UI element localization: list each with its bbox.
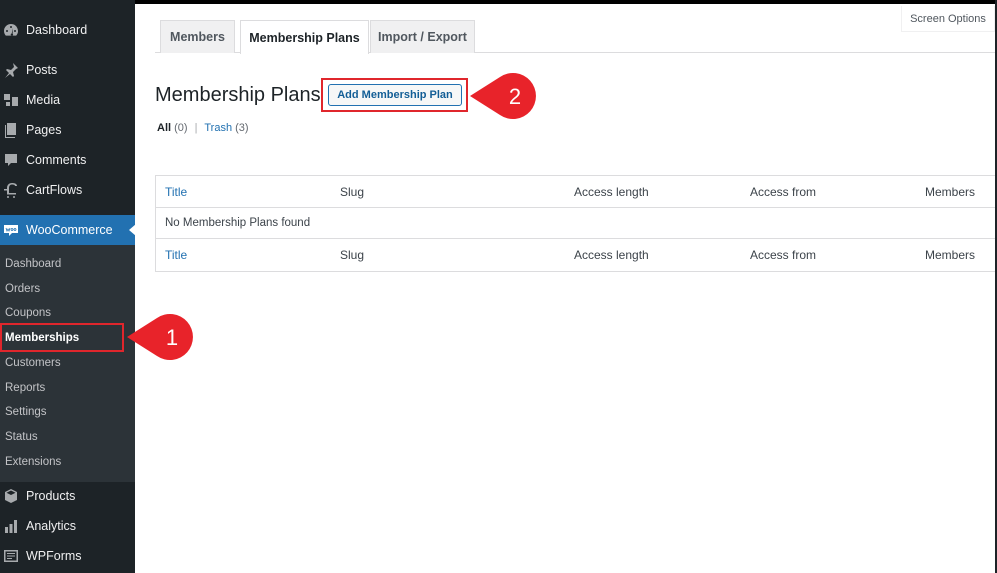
filter-separator: | — [194, 122, 198, 134]
callout-1: 1 — [125, 313, 205, 361]
comment-icon — [3, 152, 19, 168]
sidebar-item-label: Media — [26, 93, 61, 107]
sidebar-item-label: Dashboard — [26, 23, 88, 37]
sidebar-item-label: Posts — [26, 63, 58, 77]
sidebar-item-label: CartFlows — [26, 183, 83, 197]
column-header-slug: Slug — [340, 184, 365, 199]
callout-1-badge — [127, 314, 193, 360]
sidebar-item-woocommerce[interactable]: WooCommerce — [0, 215, 136, 245]
table-header-row: Title Slug Access length Access from Mem… — [156, 176, 997, 208]
table-footer-row: Title Slug Access length Access from Mem… — [156, 239, 997, 271]
sidebar-item-label: Pages — [26, 123, 62, 137]
pin-icon — [3, 62, 19, 78]
admin-sidebar: Dashboard Posts Media Pages Comments Car… — [0, 0, 136, 573]
main-content: Screen Options Members Membership Plans … — [135, 4, 997, 573]
page-title: Membership Plans — [155, 84, 321, 106]
callout-2-number: 2 — [509, 84, 521, 109]
status-filters: All (0) | Trash (3) — [157, 122, 249, 134]
sidebar-item-label: Analytics — [26, 519, 77, 533]
submenu-item-extensions[interactable]: Extensions — [5, 452, 61, 472]
column-footer-access-from: Access from — [750, 248, 817, 262]
column-footer-access-length: Access length — [574, 248, 649, 262]
submenu-item-dashboard[interactable]: Dashboard — [5, 254, 61, 274]
filter-all-link[interactable]: All — [157, 122, 171, 134]
column-footer-slug: Slug — [340, 248, 365, 262]
sidebar-item-posts[interactable]: Posts — [0, 55, 135, 85]
memberships-highlight-box — [0, 323, 124, 352]
pages-icon — [3, 122, 19, 138]
filter-all-count: (0) — [174, 122, 188, 134]
submenu-item-settings[interactable]: Settings — [5, 402, 47, 422]
submenu-item-reports[interactable]: Reports — [5, 378, 45, 398]
filter-trash-count: (3) — [235, 122, 249, 134]
submenu-item-coupons[interactable]: Coupons — [5, 303, 51, 323]
tab-members[interactable]: Members — [160, 20, 235, 53]
submenu-item-status[interactable]: Status — [5, 427, 38, 447]
callout-2-badge — [470, 73, 536, 119]
screen-options-button[interactable]: Screen Options — [901, 6, 995, 32]
column-footer-members: Members — [925, 248, 976, 262]
woocommerce-submenu: Dashboard Orders Coupons Memberships Cus… — [0, 245, 135, 482]
column-header-members: Members — [925, 184, 976, 199]
submenu-item-orders[interactable]: Orders — [5, 279, 40, 299]
woo-icon — [3, 222, 19, 238]
sidebar-item-label: WPForms — [26, 549, 82, 563]
sidebar-item-dashboard[interactable]: Dashboard — [0, 15, 135, 45]
empty-message: No Membership Plans found — [165, 217, 311, 229]
sidebar-item-pages[interactable]: Pages — [0, 115, 135, 145]
sidebar-item-comments[interactable]: Comments — [0, 145, 135, 175]
column-header-access-length: Access length — [574, 184, 649, 199]
sidebar-item-analytics[interactable]: Analytics — [0, 511, 135, 541]
callout-1-number: 1 — [166, 325, 178, 350]
cartflows-icon — [3, 182, 19, 198]
callout-2: 2 — [468, 72, 548, 120]
add-plan-highlight-box — [321, 78, 468, 112]
form-icon — [3, 548, 19, 564]
sidebar-item-label: Products — [26, 489, 76, 503]
sidebar-item-products[interactable]: Products — [0, 481, 135, 511]
sidebar-item-wpforms[interactable]: WPForms — [0, 541, 135, 571]
sidebar-item-label: Comments — [26, 153, 87, 167]
bar-chart-icon — [3, 518, 19, 534]
dashboard-icon — [3, 22, 19, 38]
box-icon — [3, 488, 19, 504]
membership-plans-table: Title Slug Access length Access from Mem… — [155, 175, 997, 272]
submenu-item-customers[interactable]: Customers — [5, 353, 61, 373]
tab-import-export[interactable]: Import / Export — [370, 20, 475, 53]
filter-trash-link[interactable]: Trash — [204, 122, 232, 134]
table-empty-row: No Membership Plans found — [156, 208, 997, 239]
tab-membership-plans[interactable]: Membership Plans — [240, 20, 369, 54]
sidebar-item-label: WooCommerce — [26, 223, 113, 237]
sidebar-item-cartflows[interactable]: CartFlows — [0, 175, 135, 205]
column-footer-title[interactable]: Title — [165, 239, 187, 271]
column-header-title[interactable]: Title — [165, 176, 187, 207]
column-header-access-from: Access from — [750, 184, 817, 199]
sidebar-item-media[interactable]: Media — [0, 85, 135, 115]
media-icon — [3, 92, 19, 108]
